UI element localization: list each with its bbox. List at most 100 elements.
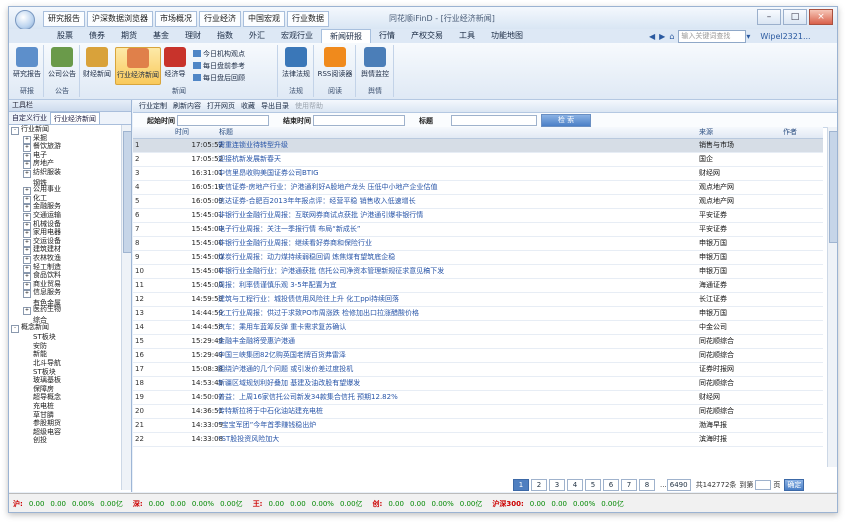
col-time[interactable]: 时间 (175, 127, 189, 138)
tree-item[interactable]: + 交运设备 (9, 237, 121, 247)
quick-tab[interactable]: 行业数据 (287, 11, 329, 27)
table-row[interactable]: 2 17:05:52 迎接杭新发展新春天 国企 (133, 153, 823, 167)
tree-item[interactable]: + 交通运输 (9, 211, 121, 221)
tab-industry-news[interactable]: 行业经济新闻 (50, 112, 100, 124)
announcement-button[interactable]: 公司公告 (47, 47, 77, 79)
quick-tab[interactable]: 沪深数据浏览器 (87, 11, 153, 27)
tree-item[interactable]: + 信息服务 (9, 288, 121, 299)
goto-page-input[interactable] (755, 479, 772, 490)
tree-item[interactable]: + 医药生物 (9, 305, 121, 316)
page-button[interactable]: 1 (513, 478, 529, 491)
tree-item[interactable]: 钢铁 (9, 177, 121, 187)
title-input[interactable] (451, 115, 537, 126)
tree-item[interactable]: + 商业贸易 (9, 280, 121, 290)
row-title-link[interactable]: *ST股投资风险加大 (218, 433, 279, 446)
row-title-link[interactable]: 迎接杭新发展新春天 (218, 153, 281, 166)
menu-item[interactable]: 产权交易 (403, 29, 451, 43)
start-time-input[interactable] (177, 115, 269, 126)
row-title-link[interactable]: 非银行业金融行业周报：继续看好券商和保险行业 (218, 237, 372, 250)
tree-item[interactable]: 参股期货 (9, 417, 121, 427)
table-scrollbar[interactable] (827, 127, 837, 467)
row-title-link[interactable]: 传特斯拉将于中石化油站建充电桩 (218, 405, 323, 418)
col-author[interactable]: 作者 (783, 127, 797, 138)
table-row[interactable]: 22 14:33:08 *ST股投资风险加大 滨海时报 (133, 433, 823, 447)
col-title[interactable]: 标题 (219, 127, 233, 138)
search-button[interactable]: 检 索 (541, 114, 591, 127)
today-views-link[interactable]: 今日机构观点 (193, 49, 245, 59)
economic-guide-button[interactable]: 经济导 (163, 47, 187, 79)
table-row[interactable]: 4 16:05:10 安信证券-房地产行业：沪港通利好A股地产龙头 压低中小地产企业… (133, 181, 823, 195)
expand-icon[interactable]: - (11, 324, 19, 333)
tree-item[interactable]: + 化工 (9, 194, 121, 204)
quick-tab[interactable]: 市场概况 (155, 11, 197, 27)
tree-item[interactable]: 综合 (9, 314, 121, 324)
export-button[interactable]: 导出目录 (261, 101, 289, 111)
expand-icon[interactable]: - (11, 127, 19, 135)
menu-item[interactable]: 理财 (177, 29, 209, 43)
tree-item[interactable]: 充电桩 (9, 400, 121, 410)
page-button[interactable]: 3 (549, 478, 565, 491)
tab-custom-industry[interactable]: 自定义行业 (9, 112, 50, 124)
tree-item[interactable]: 草甘膦 (9, 409, 121, 419)
last-page-button[interactable]: 6490 (666, 478, 691, 491)
row-title-link[interactable]: 需重连锁业待转型升级 (218, 139, 288, 152)
quick-tab[interactable]: 研究报告 (43, 11, 85, 27)
page-button[interactable]: 6 (603, 478, 619, 491)
tree-item[interactable]: + 纺织服装 (9, 168, 121, 178)
end-time-input[interactable] (313, 115, 405, 126)
table-row[interactable]: 1 17:05:52 需重连锁业待转型升级 销售与市场 (133, 139, 823, 153)
industry-custom-button[interactable]: 行业定制 (139, 101, 167, 111)
row-title-link[interactable]: 新疆区域规划利好叠加 基建及油改股有望爆发 (218, 377, 360, 390)
row-title-link[interactable]: 化工行业周报：供过于求致PO市周涨跌 检修加出口拉涨醋酸价格 (218, 307, 419, 320)
row-title-link[interactable]: 建筑与工程行业：城投债信用风险往上升 化工ppi持续回落 (218, 293, 399, 306)
table-row[interactable]: 14 14:44:58 汽车：乘用车蓝筹反弹 重卡需求复苏确认 中金公司 (133, 321, 823, 335)
tree-item[interactable]: + 采掘 (9, 134, 121, 144)
table-row[interactable]: 5 16:05:09 信达证券-合肥百2013年年报点评：经营平稳 销售收入低速增长… (133, 195, 823, 209)
page-button[interactable]: 7 (621, 478, 637, 491)
row-title-link[interactable]: 金融丰金融将受惠沪港通 (218, 335, 295, 348)
row-title-link[interactable]: 中国三峡集团82亿购英国老牌百货弗雷泽 (218, 349, 346, 362)
rss-reader-button[interactable]: RSS阅读器 (317, 47, 353, 79)
row-title-link[interactable]: 信达证券-合肥百2013年年报点评：经营平稳 销售收入低速增长 (218, 195, 416, 208)
menu-item[interactable]: 宏观行业 (273, 29, 321, 43)
tree-item[interactable]: ST板块 (9, 366, 121, 376)
tree-item[interactable]: 超导概念 (9, 391, 121, 401)
row-title-link[interactable]: 普益：上周16家信托公司新发34款集合信托 预期12.82% (218, 391, 398, 404)
table-row[interactable]: 10 15:45:00 非银行业金融行业：沪港通获批 信托公司净资本管理新规征求意见… (133, 265, 823, 279)
menu-item[interactable]: 新闻研报 (321, 29, 371, 44)
tree-item[interactable]: - 行业新闻 (9, 125, 121, 135)
table-row[interactable]: 12 14:59:59 建筑与工程行业：城投债信用风险往上升 化工ppi持续回落 长江… (133, 293, 823, 307)
col-source[interactable]: 来源 (699, 127, 713, 138)
row-title-link[interactable]: 煤炭行业周报：动力煤持续弱稳回调 炼焦煤有望筑底企稳 (218, 251, 395, 264)
row-title-link[interactable]: 中信里昂收购美国证券公司BTIG (218, 167, 319, 180)
back-icon[interactable]: ◀ (649, 32, 655, 41)
premarket-link[interactable]: 每日盘前参考 (193, 61, 245, 71)
table-row[interactable]: 7 15:45:00 电子行业周报：关注一季报行情 布局“新成长” 平安证券 (133, 223, 823, 237)
row-title-link[interactable]: 非银行业金融行业：沪港通获批 信托公司净资本管理新规征求意见稿下发 (218, 265, 444, 278)
row-title-link[interactable]: 汽车：乘用车蓝筹反弹 重卡需求复苏确认 (218, 321, 346, 334)
tree-item[interactable]: 玻璃基板 (9, 374, 121, 384)
table-row[interactable]: 3 16:31:01 中信里昂收购美国证券公司BTIG 财经网 (133, 167, 823, 181)
refresh-button[interactable]: 刷新内容 (173, 101, 201, 111)
forward-icon[interactable]: ▶ (659, 32, 665, 41)
table-row[interactable]: 18 14:53:49 新疆区域规划利好叠加 基建及油改股有望爆发 同花顺综合 (133, 377, 823, 391)
page-button[interactable]: 4 (567, 478, 583, 491)
tree-item[interactable]: + 金融服务 (9, 202, 121, 213)
table-row[interactable]: 17 15:08:38 围绕沪港通的几个问题 或引发价差过度投机 证券时报网 (133, 363, 823, 377)
table-row[interactable]: 6 15:45:01 非银行业金融行业周报：互联网券商试点获批 沪港通引爆非银行情 平… (133, 209, 823, 223)
tree-item[interactable]: + 机械设备 (9, 220, 121, 230)
menu-item[interactable]: 指数 (209, 29, 241, 43)
tree-item[interactable]: + 餐饮旅游 (9, 142, 121, 153)
research-report-button[interactable]: 研究报告 (13, 47, 41, 79)
tree-item[interactable]: 创投 (9, 434, 121, 444)
tree-item[interactable]: + 电子 (9, 151, 121, 161)
table-row[interactable]: 15 15:29:49 金融丰金融将受惠沪港通 同花顺综合 (133, 335, 823, 349)
menu-item[interactable]: 功能地图 (483, 29, 531, 43)
help-button[interactable]: 使用帮助 (295, 101, 323, 111)
law-button[interactable]: 法律法规 (281, 47, 311, 79)
tree-item[interactable]: + 轻工制造 (9, 263, 121, 273)
minimize-icon[interactable]: – (757, 9, 781, 25)
tree-item[interactable]: 有色金属 (9, 297, 121, 307)
menu-item[interactable]: 基金 (145, 29, 177, 43)
postmarket-link[interactable]: 每日盘后回顾 (193, 73, 245, 83)
